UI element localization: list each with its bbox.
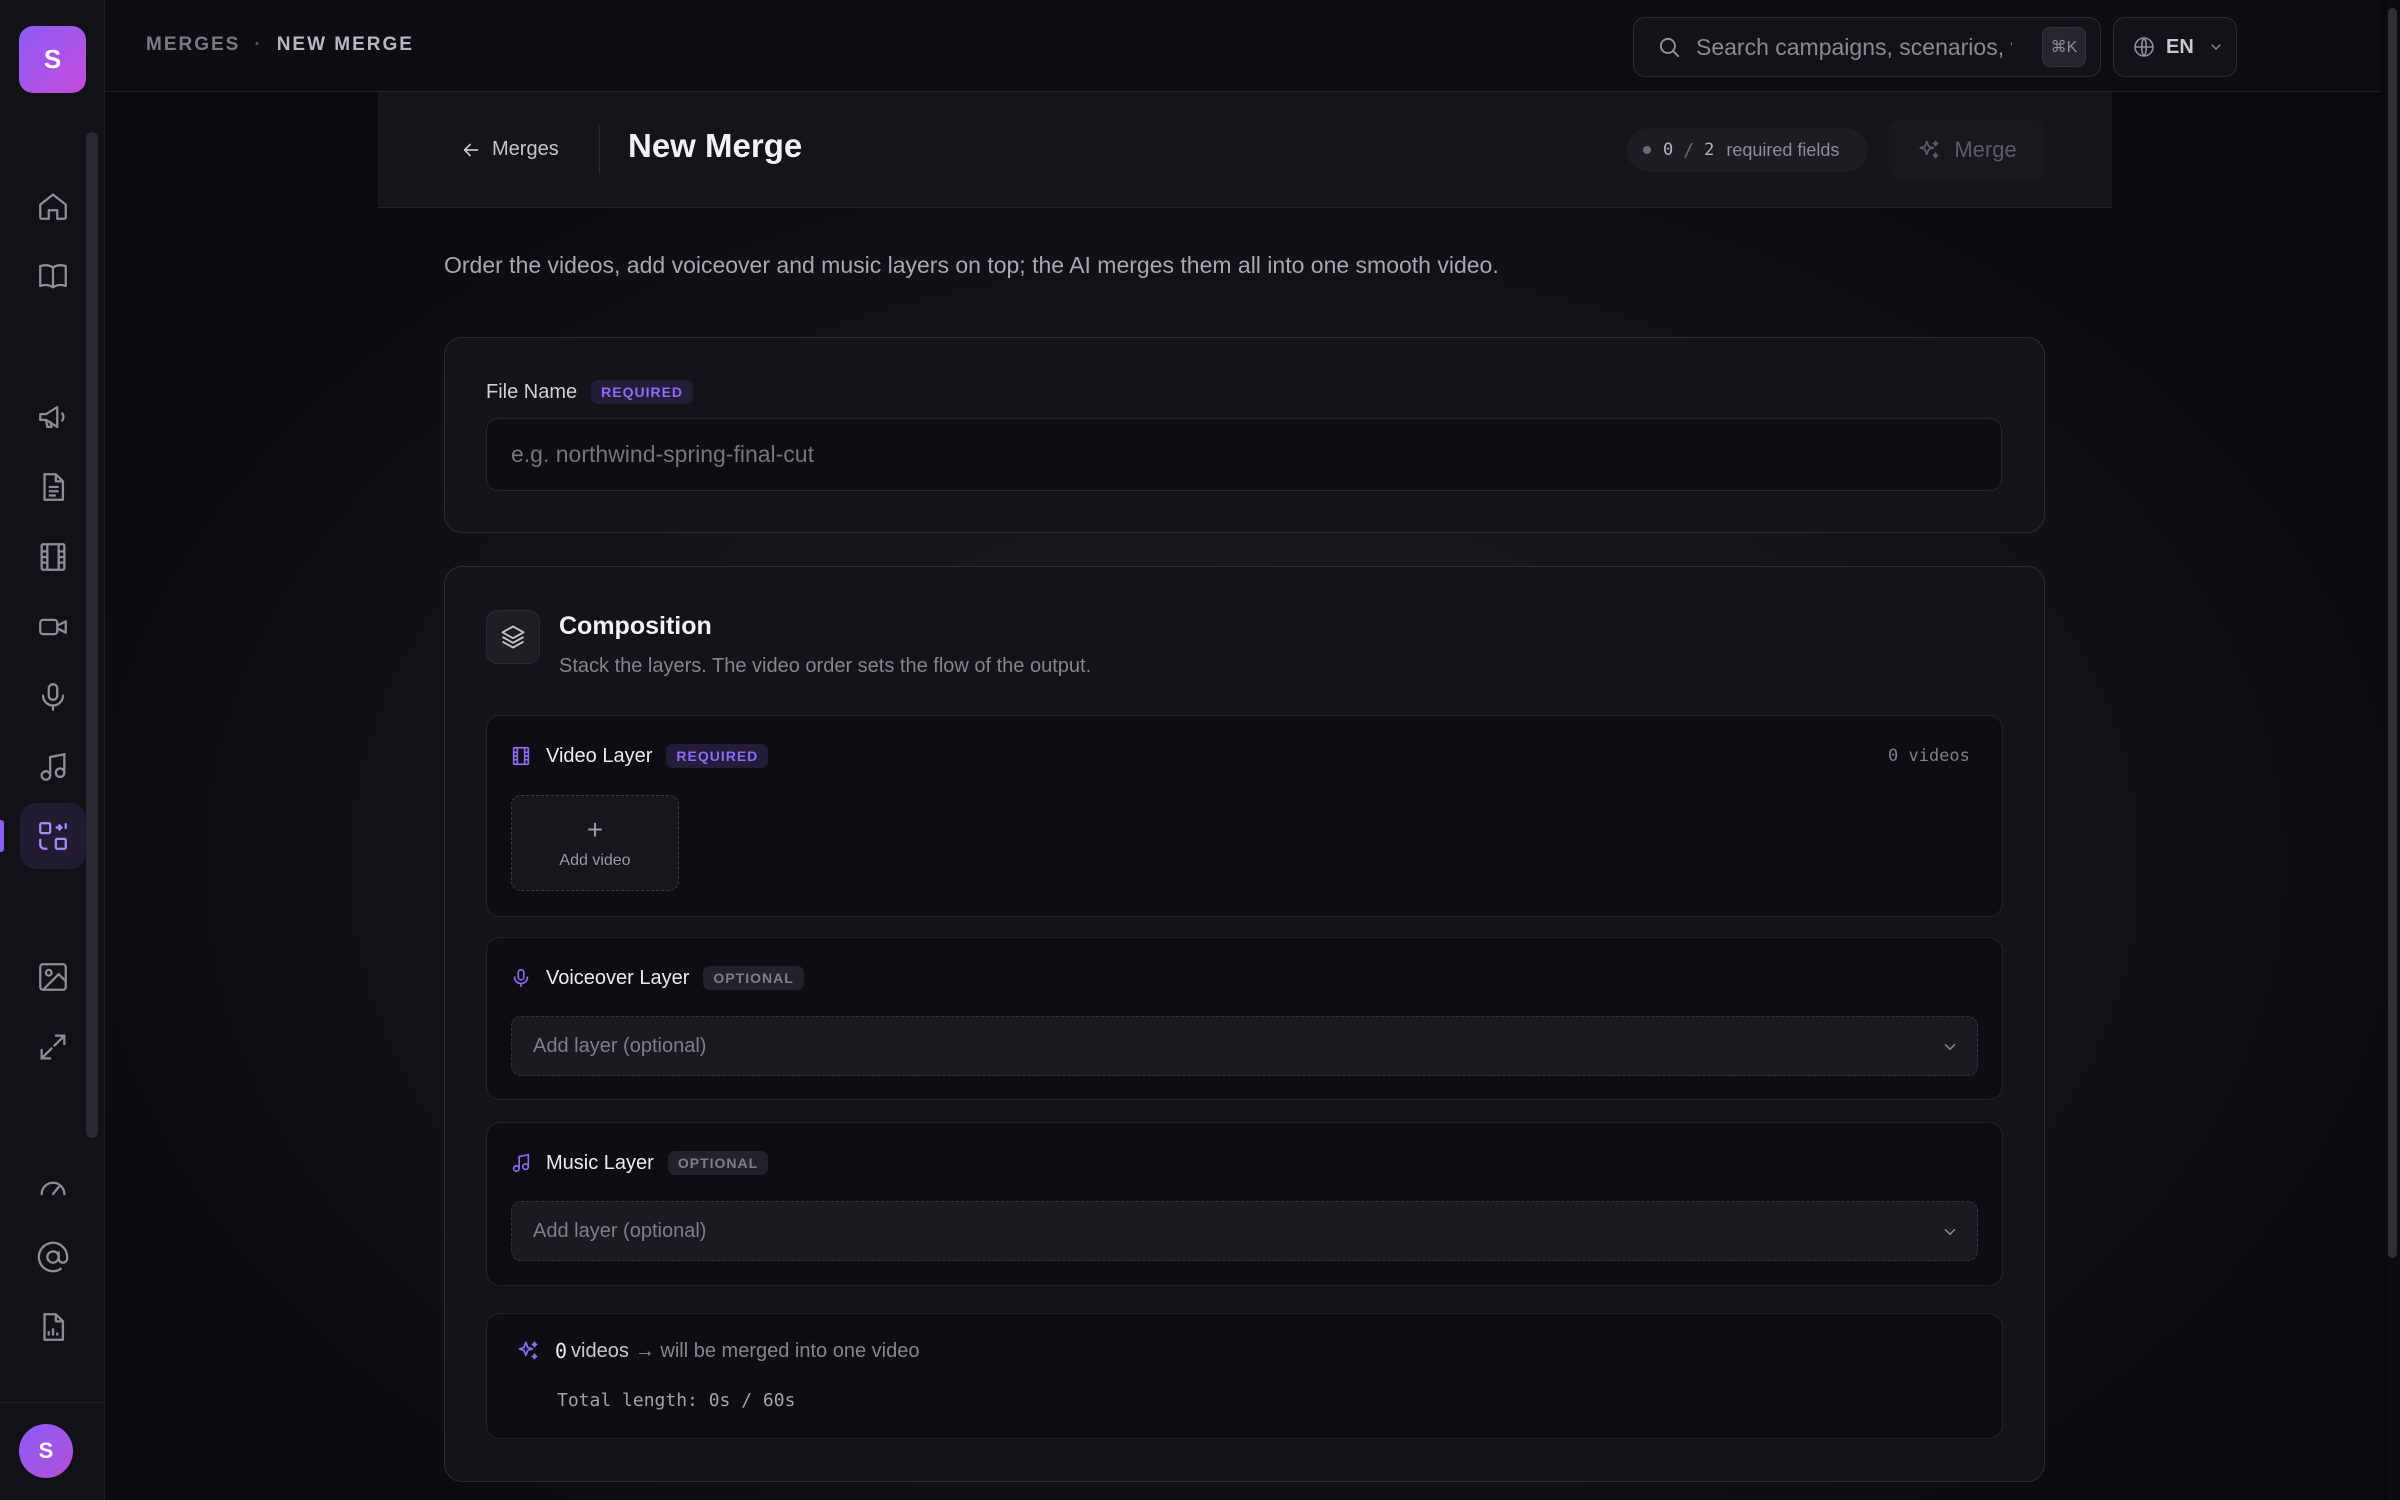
image-icon <box>39 963 67 991</box>
search-input[interactable] <box>1696 33 2012 61</box>
music-layer-header: Music Layer OPTIONAL <box>510 1151 769 1175</box>
sidebar-item-campaigns[interactable] <box>32 396 74 438</box>
globe-icon <box>2134 37 2154 57</box>
add-video-label: Add video <box>559 852 631 869</box>
sidebar: S S <box>0 0 105 1500</box>
total-length: Total length: 0s / 60s <box>557 1390 796 1411</box>
add-video-button[interactable]: + Add video <box>511 795 679 891</box>
optional-badge: OPTIONAL <box>703 966 804 990</box>
back-link-label: Merges <box>492 138 559 160</box>
home-icon <box>39 193 67 220</box>
sidebar-item-images[interactable] <box>32 956 74 998</box>
report-icon <box>43 1313 65 1341</box>
expand-icon <box>40 1034 66 1060</box>
progress-dot <box>1643 146 1651 154</box>
sidebar-item-reports[interactable] <box>32 1306 74 1348</box>
sidebar-item-voiceovers[interactable] <box>32 676 74 718</box>
breadcrumb-parent[interactable]: MERGES <box>146 34 240 56</box>
microphone-icon <box>41 683 65 711</box>
sidebar-item-home[interactable] <box>32 185 74 227</box>
video-camera-icon <box>39 618 67 636</box>
app-logo[interactable]: S <box>19 26 86 93</box>
user-avatar[interactable]: S <box>19 1424 73 1478</box>
optional-badge: OPTIONAL <box>667 1151 769 1175</box>
music-note-icon <box>512 1153 530 1173</box>
progress-separator: / <box>1683 139 1695 161</box>
chevron-down-icon <box>1944 1044 1956 1051</box>
voiceover-select-placeholder: Add layer (optional) <box>533 1034 707 1057</box>
language-label: EN <box>2166 35 2194 58</box>
arrow-left-icon <box>463 143 479 156</box>
file-name-label-text: File Name <box>486 380 578 403</box>
search-icon <box>1659 37 1680 58</box>
sidebar-item-music[interactable] <box>32 746 74 788</box>
summary-video-count: 0 <box>555 1339 568 1363</box>
plus-icon: + <box>586 814 604 845</box>
video-layer-header: Video Layer REQUIRED <box>510 744 769 768</box>
sidebar-divider <box>0 1402 105 1403</box>
language-selector[interactable]: EN <box>2113 17 2237 77</box>
header-divider <box>599 126 600 174</box>
page-description: Order the videos, add voiceover and musi… <box>444 252 1499 278</box>
sidebar-item-resize[interactable] <box>32 1026 74 1068</box>
sidebar-item-scenarios[interactable] <box>32 466 74 508</box>
sparkles-icon <box>518 1341 538 1360</box>
microphone-icon <box>513 968 529 988</box>
at-sign-icon <box>37 1241 69 1273</box>
voiceover-layer-header: Voiceover Layer OPTIONAL <box>510 966 804 990</box>
document-icon <box>43 473 65 501</box>
breadcrumb-separator: · <box>254 34 263 55</box>
file-name-input[interactable] <box>486 418 2002 491</box>
sidebar-item-recordings[interactable] <box>32 606 74 648</box>
music-layer-select[interactable]: Add layer (optional) <box>511 1201 1978 1261</box>
merge-icon <box>39 822 67 850</box>
summary-text: → will be merged into one video <box>634 1339 920 1362</box>
required-fields-progress: 0 / 2 required fields <box>1627 128 1868 172</box>
chevron-down-icon <box>1944 1229 1956 1236</box>
voiceover-layer-select[interactable]: Add layer (optional) <box>511 1016 1978 1076</box>
search-shortcut-badge: ⌘K <box>2042 27 2086 67</box>
sidebar-item-mentions[interactable] <box>32 1236 74 1278</box>
video-layer-label: Video Layer <box>546 744 653 767</box>
required-badge: REQUIRED <box>591 380 694 404</box>
merge-button[interactable]: Merge <box>1889 120 2044 180</box>
required-done-count: 0 <box>1663 140 1674 160</box>
music-note-icon <box>40 752 66 781</box>
sparkles-icon <box>1919 140 1939 159</box>
layers-icon <box>501 625 525 649</box>
music-layer-label: Music Layer <box>546 1151 654 1174</box>
film-icon <box>40 543 66 571</box>
sidebar-item-merges[interactable] <box>32 815 74 857</box>
sidebar-item-videos[interactable] <box>32 536 74 578</box>
composition-title: Composition <box>559 612 712 640</box>
composition-subtitle: Stack the layers. The video order sets t… <box>559 655 1092 677</box>
sidebar-item-library[interactable] <box>32 255 74 297</box>
page-scrollbar-thumb[interactable] <box>2388 8 2397 1258</box>
merge-summary: 0 videos → will be merged into one video <box>515 1338 919 1364</box>
sidebar-active-indicator <box>0 820 4 852</box>
film-icon <box>512 746 530 766</box>
chevron-down-icon <box>2211 44 2221 50</box>
layers-icon-tile <box>486 610 540 664</box>
global-search[interactable]: ⌘K <box>1633 17 2101 77</box>
back-to-merges-link[interactable]: Merges <box>460 138 559 161</box>
megaphone-icon <box>39 405 65 429</box>
music-select-placeholder: Add layer (optional) <box>533 1219 707 1242</box>
summary-unit: videos <box>571 1339 629 1362</box>
breadcrumb: MERGES · NEW MERGE <box>146 34 414 56</box>
sidebar-item-usage[interactable] <box>32 1166 74 1208</box>
gauge-icon <box>40 1181 66 1196</box>
required-total-count: 2 <box>1704 140 1715 160</box>
required-fields-label: required fields <box>1726 139 1840 160</box>
page-title: New Merge <box>628 127 803 164</box>
breadcrumb-current: NEW MERGE <box>276 34 414 55</box>
sidebar-scrollbar[interactable] <box>86 132 98 1138</box>
file-name-label: File Name REQUIRED <box>486 380 694 404</box>
merge-summary-panel <box>486 1313 2003 1439</box>
merge-button-label: Merge <box>1954 137 2017 162</box>
required-badge: REQUIRED <box>666 744 769 768</box>
book-icon <box>39 264 67 289</box>
video-count: 0 videos <box>1888 746 1970 766</box>
voiceover-layer-label: Voiceover Layer <box>546 966 690 989</box>
